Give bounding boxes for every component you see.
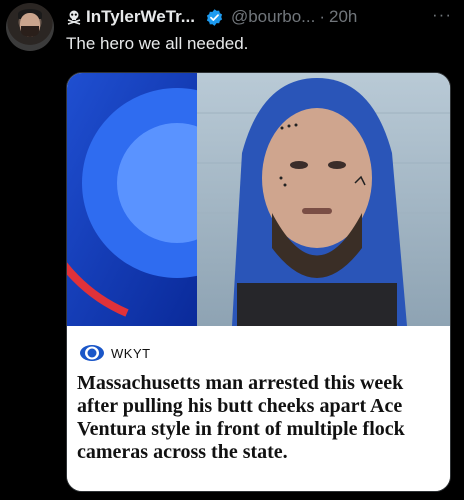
cbs-eye-icon <box>80 345 104 361</box>
author-handle[interactable]: @bourbo... <box>231 7 315 27</box>
verified-badge-icon <box>206 8 223 26</box>
avatar[interactable] <box>6 3 54 51</box>
tweet-media[interactable]: WKYT Massachusetts man arrested this wee… <box>66 72 451 492</box>
news-headline: Massachusetts man arrested this week aft… <box>77 372 405 463</box>
tweet-header: InTylerWeTr... @bourbo... · 20h ··· <box>66 5 464 29</box>
author-name[interactable]: InTylerWeTr... <box>86 7 195 27</box>
more-options-button[interactable]: ··· <box>432 5 452 25</box>
skull-crossbones-icon <box>67 10 81 25</box>
tweet-text: The hero we all needed. <box>66 34 249 53</box>
timestamp[interactable]: 20h <box>329 7 357 27</box>
news-photo <box>67 73 450 326</box>
news-caption: WKYT Massachusetts man arrested this wee… <box>67 326 450 491</box>
station-name: WKYT <box>111 345 151 361</box>
header-separator: · <box>319 7 326 26</box>
station-logo: WKYT <box>79 344 151 362</box>
avatar-beard <box>21 26 39 37</box>
